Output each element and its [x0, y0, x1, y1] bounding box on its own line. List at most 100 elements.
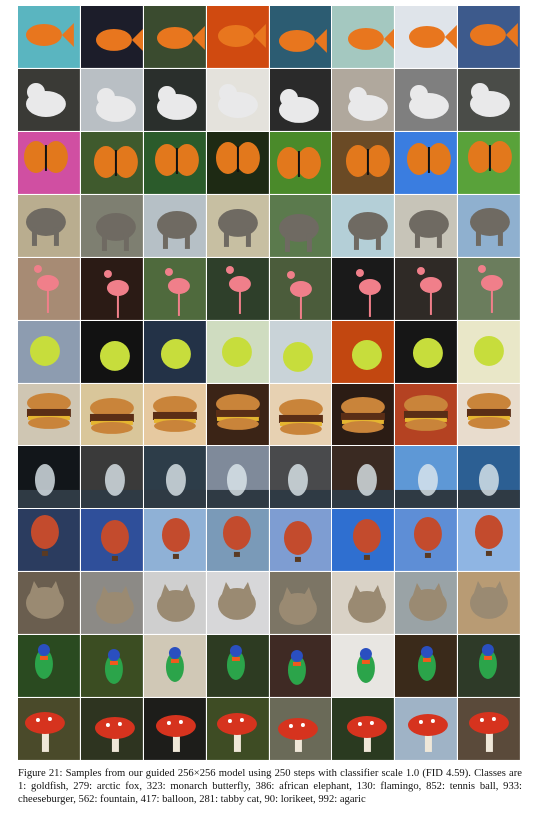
sample-thumbnail	[206, 383, 269, 446]
sample-thumbnail	[206, 131, 269, 194]
sample-image	[143, 6, 206, 68]
sample-image	[143, 572, 206, 635]
sample-thumbnail	[332, 509, 395, 572]
sample-image	[332, 635, 395, 698]
sample-thumbnail	[18, 572, 80, 635]
sample-thumbnail	[332, 446, 395, 509]
sample-image	[18, 509, 80, 572]
sample-thumbnail	[80, 194, 143, 257]
sample-thumbnail	[269, 635, 332, 698]
sample-thumbnail	[395, 635, 458, 698]
sample-thumbnail	[269, 383, 332, 446]
sample-thumbnail	[80, 635, 143, 698]
sample-image	[332, 194, 395, 257]
sample-image	[395, 257, 458, 320]
sample-image	[458, 257, 520, 320]
sample-thumbnail	[80, 509, 143, 572]
sample-thumbnail	[143, 257, 206, 320]
sample-image	[18, 446, 80, 509]
sample-image	[143, 194, 206, 257]
sample-image	[206, 446, 269, 509]
sample-thumbnail	[269, 6, 332, 68]
sample-image	[395, 635, 458, 698]
sample-thumbnail	[18, 131, 80, 194]
sample-thumbnail	[269, 698, 332, 760]
sample-image	[458, 383, 520, 446]
sample-image	[395, 446, 458, 509]
figure-caption: Figure 21: Samples from our guided 256×2…	[18, 768, 522, 805]
sample-image	[458, 320, 520, 383]
sample-image	[458, 68, 520, 131]
sample-thumbnail	[332, 194, 395, 257]
sample-image	[458, 572, 520, 635]
sample-thumbnail	[206, 6, 269, 68]
sample-thumbnail	[269, 68, 332, 131]
sample-thumbnail	[206, 572, 269, 635]
sample-image	[143, 446, 206, 509]
sample-thumbnail	[143, 635, 206, 698]
sample-thumbnail	[143, 572, 206, 635]
sample-image	[18, 572, 80, 635]
sample-thumbnail	[143, 6, 206, 68]
sample-thumbnail	[18, 257, 80, 320]
sample-image	[143, 68, 206, 131]
sample-thumbnail	[269, 446, 332, 509]
sample-thumbnail	[395, 257, 458, 320]
sample-image	[143, 320, 206, 383]
sample-thumbnail	[458, 257, 520, 320]
sample-image	[206, 6, 269, 68]
sample-image	[206, 383, 269, 446]
sample-image	[332, 509, 395, 572]
sample-thumbnail	[395, 68, 458, 131]
sample-image	[395, 6, 458, 68]
sample-thumbnail	[80, 320, 143, 383]
sample-thumbnail	[80, 6, 143, 68]
sample-image	[269, 698, 332, 760]
sample-image	[80, 572, 143, 635]
sample-thumbnail	[206, 446, 269, 509]
sample-thumbnail	[395, 698, 458, 760]
sample-thumbnail	[458, 6, 520, 68]
sample-thumbnail	[80, 383, 143, 446]
sample-thumbnail	[80, 68, 143, 131]
sample-image	[206, 320, 269, 383]
sample-thumbnail	[458, 698, 520, 760]
sample-thumbnail	[395, 194, 458, 257]
sample-image	[18, 320, 80, 383]
sample-thumbnail	[332, 257, 395, 320]
sample-image	[269, 68, 332, 131]
sample-thumbnail	[269, 509, 332, 572]
sample-image	[458, 194, 520, 257]
sample-image	[18, 68, 80, 131]
sample-image	[80, 194, 143, 257]
sample-image	[332, 257, 395, 320]
sample-thumbnail	[80, 572, 143, 635]
sample-thumbnail	[269, 131, 332, 194]
sample-image	[395, 194, 458, 257]
sample-image	[332, 320, 395, 383]
sample-thumbnail	[18, 635, 80, 698]
sample-thumbnail	[80, 698, 143, 760]
sample-thumbnail	[18, 383, 80, 446]
sample-thumbnail	[395, 509, 458, 572]
sample-thumbnail	[458, 509, 520, 572]
sample-image	[269, 320, 332, 383]
sample-image	[395, 383, 458, 446]
sample-image	[80, 383, 143, 446]
sample-image	[458, 698, 520, 760]
sample-thumbnail	[395, 131, 458, 194]
sample-thumbnail	[458, 635, 520, 698]
sample-image	[269, 194, 332, 257]
sample-image	[395, 698, 458, 760]
sample-thumbnail	[458, 68, 520, 131]
sample-thumbnail	[143, 698, 206, 760]
sample-image	[269, 6, 332, 68]
sample-thumbnail	[143, 320, 206, 383]
sample-image	[143, 698, 206, 760]
sample-image	[80, 257, 143, 320]
sample-thumbnail	[143, 509, 206, 572]
sample-image	[143, 257, 206, 320]
sample-thumbnail	[18, 446, 80, 509]
sample-thumbnail	[458, 131, 520, 194]
sample-thumbnail	[395, 572, 458, 635]
